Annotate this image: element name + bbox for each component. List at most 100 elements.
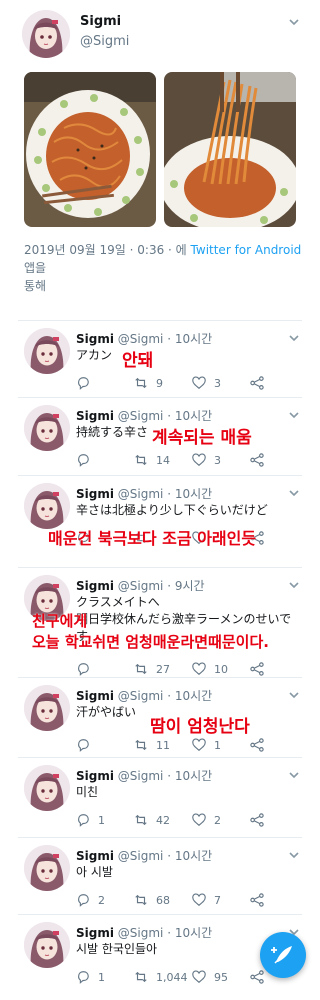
reply-icon — [76, 376, 90, 390]
retweet-count: 68 — [156, 893, 170, 907]
chevron-down-icon[interactable] — [288, 769, 300, 781]
handle-time: @Sigmi · 10시간 — [117, 926, 213, 940]
avatar-image — [24, 845, 70, 891]
tweet-photo-1[interactable] — [24, 72, 156, 227]
reply-count: 1 — [98, 813, 105, 827]
reply-icon — [76, 970, 90, 984]
reply-header: Sigmi @Sigmi · 10시간 — [76, 924, 212, 941]
author-handle[interactable]: @Sigmi — [80, 34, 129, 49]
tweet-photo-2[interactable] — [164, 72, 296, 227]
share-button[interactable] — [250, 375, 264, 391]
tweet-text-line: 辛さは北極より少し下ぐらいだけど — [76, 503, 268, 517]
tweet-source-line2: 통해 — [24, 279, 47, 293]
retweet-button[interactable]: 27 — [134, 661, 170, 677]
avatar[interactable] — [24, 685, 70, 731]
chevron-down-icon[interactable] — [288, 332, 300, 344]
chevron-down-icon[interactable] — [288, 487, 300, 499]
reply-button[interactable] — [76, 375, 98, 391]
tweet-date: 2019년 09월 19일 · 0:36 · 에 — [24, 243, 191, 257]
retweet-count: 9 — [156, 376, 163, 390]
like-icon — [192, 970, 206, 984]
tweet-actions: 2 68 7 — [76, 892, 296, 908]
reply-button[interactable] — [76, 661, 98, 677]
avatar[interactable] — [24, 765, 70, 811]
reply-header: Sigmi @Sigmi · 10시간 — [76, 847, 212, 864]
tweet-text: 持続する辛さ — [76, 424, 148, 441]
tweet-text-line: 持続する辛さ — [76, 425, 149, 439]
author-name[interactable]: Sigmi — [80, 14, 121, 29]
retweet-button[interactable]: 68 — [134, 892, 170, 908]
chevron-down-icon[interactable] — [288, 689, 300, 701]
avatar[interactable] — [22, 10, 70, 58]
author-name[interactable]: Sigmi — [76, 579, 114, 593]
reply-button[interactable]: 1 — [76, 812, 105, 828]
like-icon — [192, 893, 206, 907]
retweet-icon — [134, 376, 148, 390]
author-name[interactable]: Sigmi — [76, 487, 114, 501]
divider — [18, 567, 302, 568]
share-icon — [250, 662, 264, 676]
divider — [18, 397, 302, 398]
retweet-button[interactable]: 9 — [134, 375, 163, 391]
author-name[interactable]: Sigmi — [76, 332, 114, 346]
tweet-actions: 14 3 — [76, 452, 296, 468]
share-icon — [250, 813, 264, 827]
avatar[interactable] — [24, 845, 70, 891]
share-button[interactable] — [250, 812, 264, 828]
avatar-image — [24, 685, 70, 731]
chevron-down-icon[interactable] — [288, 849, 300, 861]
chevron-down-icon[interactable] — [288, 579, 300, 591]
retweet-button[interactable]: 1,044 — [134, 969, 188, 985]
avatar[interactable] — [24, 328, 70, 374]
author-name[interactable]: Sigmi — [76, 689, 114, 703]
like-button[interactable]: 2 — [192, 812, 221, 828]
like-count: 1 — [214, 738, 221, 752]
like-button[interactable]: 3 — [192, 375, 221, 391]
like-button[interactable]: 1 — [192, 737, 221, 753]
retweet-count: 14 — [156, 453, 170, 467]
reply-button[interactable] — [76, 452, 98, 468]
share-button[interactable] — [250, 737, 264, 753]
author-name[interactable]: Sigmi — [76, 409, 114, 423]
avatar[interactable] — [24, 405, 70, 451]
reply-icon — [76, 893, 90, 907]
share-button[interactable] — [250, 661, 264, 677]
retweet-button[interactable]: 42 — [134, 812, 170, 828]
author-name[interactable]: Sigmi — [76, 849, 114, 863]
like-icon — [192, 376, 206, 390]
avatar-image — [24, 765, 70, 811]
tweet-text-line: 미친 — [76, 785, 99, 799]
reply-button[interactable] — [76, 737, 98, 753]
translation-overlay: 땀이 엄청난다 — [150, 717, 250, 737]
reply-count: 1 — [98, 970, 105, 984]
like-count: 7 — [214, 893, 221, 907]
reply-button[interactable]: 1 — [76, 969, 105, 985]
share-button[interactable] — [250, 452, 264, 468]
reply-header: Sigmi @Sigmi · 9시간 — [76, 577, 205, 594]
chevron-down-icon[interactable] — [288, 409, 300, 421]
reply-button[interactable]: 2 — [76, 892, 105, 908]
like-count: 95 — [214, 970, 228, 984]
like-button[interactable]: 95 — [192, 969, 228, 985]
author-name[interactable]: Sigmi — [76, 926, 114, 940]
retweet-button[interactable]: 14 — [134, 452, 170, 468]
source-app-link[interactable]: Twitter for Android — [191, 243, 302, 257]
reply-header: Sigmi @Sigmi · 10시간 — [76, 407, 212, 424]
like-button[interactable]: 3 — [192, 452, 221, 468]
like-icon — [192, 662, 206, 676]
chevron-down-icon[interactable] — [288, 16, 300, 28]
retweet-button[interactable]: 11 — [134, 737, 170, 753]
reply-header: Sigmi @Sigmi · 10시간 — [76, 767, 212, 784]
author-name[interactable]: Sigmi — [76, 769, 114, 783]
avatar[interactable] — [24, 483, 70, 529]
like-button[interactable]: 7 — [192, 892, 221, 908]
like-count: 2 — [214, 813, 221, 827]
share-icon — [250, 893, 264, 907]
share-icon — [250, 453, 264, 467]
retweet-icon — [134, 893, 148, 907]
compose-tweet-button[interactable] — [260, 932, 306, 978]
avatar[interactable] — [24, 922, 70, 968]
retweet-count: 27 — [156, 662, 170, 676]
share-button[interactable] — [250, 892, 264, 908]
like-button[interactable]: 10 — [192, 661, 228, 677]
